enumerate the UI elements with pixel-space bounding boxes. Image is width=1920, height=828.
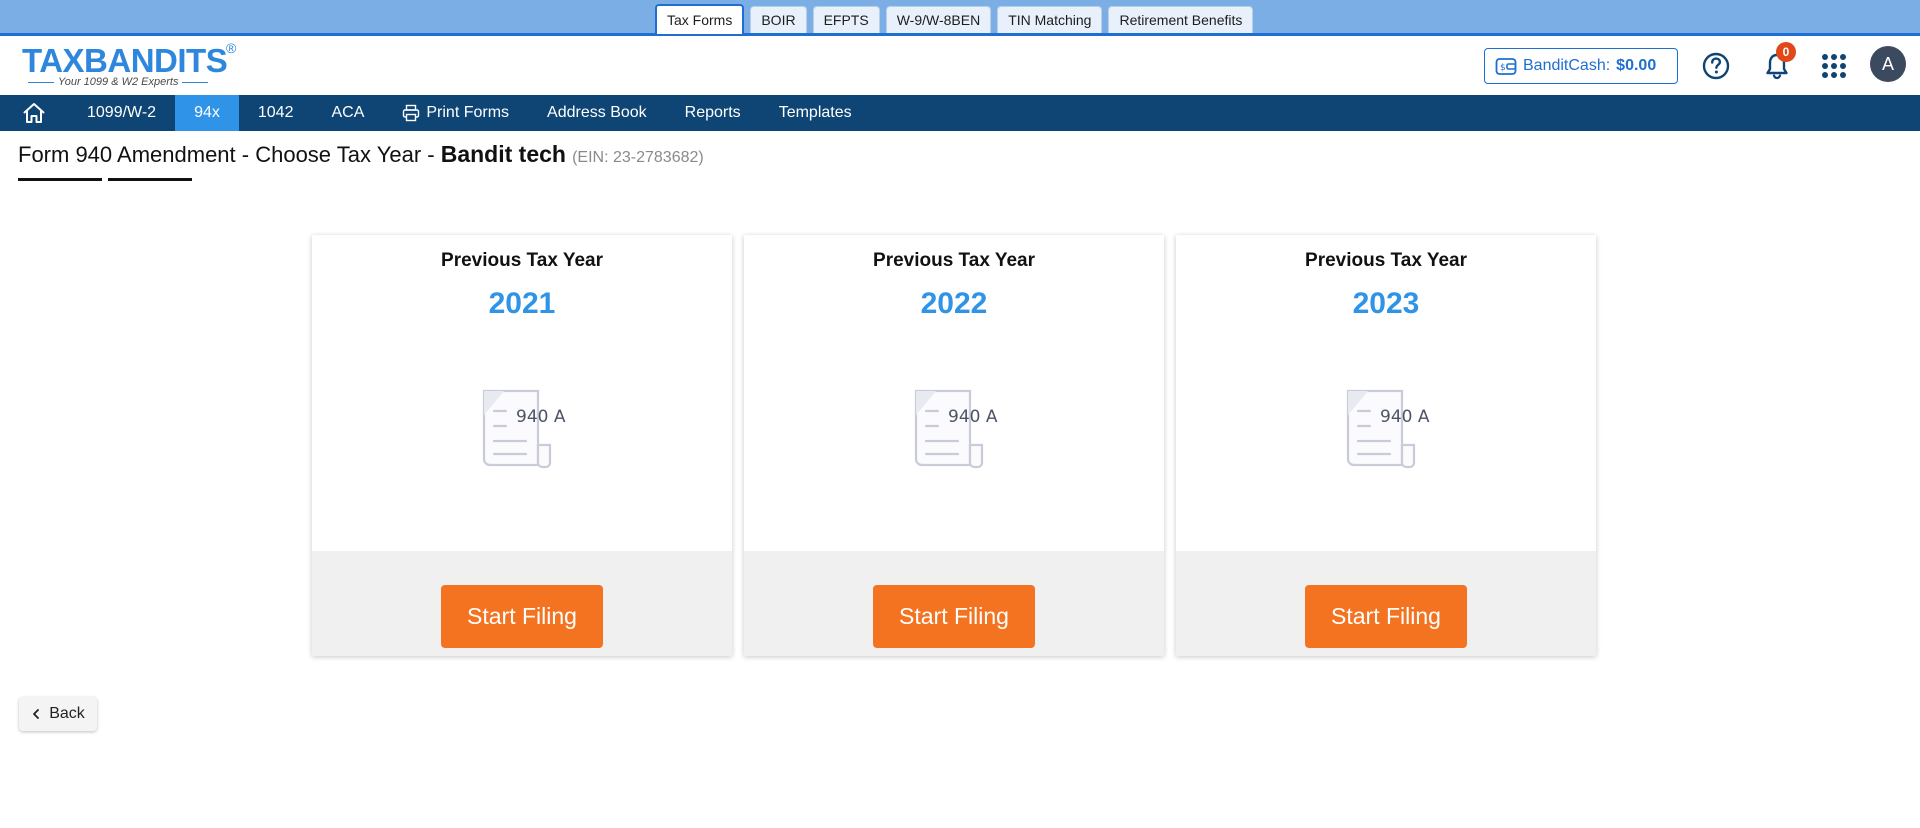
form-icon-label: 940 A	[516, 407, 566, 427]
card-body: Previous Tax Year 2021 940 A	[312, 235, 732, 551]
logo-text: TAXBANDITS	[22, 42, 228, 79]
product-tab-w9-w8ben[interactable]: W-9/W-8BEN	[885, 6, 992, 33]
form-icon-label: 940 A	[1380, 407, 1430, 427]
card-year: 2023	[1352, 287, 1420, 320]
user-avatar[interactable]: A	[1870, 46, 1906, 82]
nav-item-aca[interactable]: ACA	[312, 95, 383, 131]
start-filing-button[interactable]: Start Filing	[1305, 585, 1467, 648]
start-filing-button[interactable]: Start Filing	[441, 585, 603, 648]
home-icon	[23, 103, 45, 123]
tax-year-card-2021: Previous Tax Year 2021 940 A Start Filin…	[312, 235, 732, 656]
card-body: Previous Tax Year 2023 940 A	[1176, 235, 1596, 551]
wallet-icon: $	[1495, 58, 1517, 75]
nav-item-1099-w2[interactable]: 1099/W-2	[68, 95, 175, 131]
card-body: Previous Tax Year 2022 940 A	[744, 235, 1164, 551]
back-button[interactable]: Back	[19, 697, 97, 731]
card-footer: Start Filing	[1176, 551, 1596, 656]
tax-year-card-2023: Previous Tax Year 2023 940 A Start Filin…	[1176, 235, 1596, 656]
printer-icon	[403, 104, 420, 122]
bandit-cash-label: BanditCash:	[1523, 57, 1611, 74]
product-tab-efpts[interactable]: EFPTS	[812, 6, 880, 33]
tax-year-cards: Previous Tax Year 2021 940 A Start Filin…	[312, 235, 1596, 656]
form-940a-icon: 940 A	[482, 389, 566, 469]
product-tab-retirement-benefits[interactable]: Retirement Benefits	[1108, 6, 1254, 33]
nav-item-print-forms-label: Print Forms	[426, 104, 510, 121]
logo-registered-mark: ®	[226, 40, 237, 56]
title-separator: -	[421, 142, 441, 167]
bandit-cash-amount: $0.00	[1616, 57, 1657, 74]
card-footer: Start Filing	[312, 551, 732, 656]
card-footer: Start Filing	[744, 551, 1164, 656]
nav-item-reports[interactable]: Reports	[666, 95, 760, 131]
title-underline-segment	[108, 178, 192, 181]
back-button-label: Back	[49, 705, 85, 722]
company-name: Bandit tech	[440, 141, 566, 167]
product-tab-strip: Tax Forms BOIR EFPTS W-9/W-8BEN TIN Matc…	[0, 0, 1920, 36]
card-label: Previous Tax Year	[441, 250, 603, 271]
header: TAXBANDITS ® Your 1099 & W2 Experts $ Ba…	[0, 36, 1920, 95]
card-year: 2022	[920, 287, 988, 320]
page-title: Form 940 Amendment - Choose Tax Year - B…	[18, 141, 704, 168]
title-underline-segment	[18, 178, 102, 181]
nav-item-templates[interactable]: Templates	[760, 95, 871, 131]
taxbandits-logo[interactable]: TAXBANDITS ® Your 1099 & W2 Experts	[22, 38, 242, 90]
help-icon[interactable]	[1700, 50, 1732, 82]
product-tab-boir[interactable]: BOIR	[750, 6, 807, 33]
page-title-text: Form 940 Amendment - Choose Tax Year	[18, 142, 422, 167]
notification-count-badge: 0	[1776, 42, 1796, 62]
card-label: Previous Tax Year	[873, 250, 1035, 271]
product-tab-tax-forms[interactable]: Tax Forms	[655, 4, 745, 34]
start-filing-button[interactable]: Start Filing	[873, 585, 1035, 648]
apps-grid-icon[interactable]	[1818, 50, 1850, 82]
form-940a-icon: 940 A	[914, 389, 998, 469]
product-tab-tin-matching[interactable]: TIN Matching	[997, 6, 1103, 33]
chevron-left-icon	[33, 709, 40, 719]
product-tabs: Tax Forms BOIR EFPTS W-9/W-8BEN TIN Matc…	[655, 4, 1254, 34]
nav-item-1042[interactable]: 1042	[239, 95, 313, 131]
nav-item-address-book[interactable]: Address Book	[528, 95, 666, 131]
bandit-cash-button[interactable]: $ BanditCash: $0.00	[1484, 48, 1678, 84]
nav-item-94x[interactable]: 94x	[175, 95, 239, 131]
logo-tagline: Your 1099 & W2 Experts	[24, 76, 212, 88]
form-940a-icon: 940 A	[1346, 389, 1430, 469]
card-label: Previous Tax Year	[1305, 250, 1467, 271]
company-ein: (EIN: 23-2783682)	[572, 149, 704, 166]
form-icon-label: 940 A	[948, 407, 998, 427]
main-nav: 1099/W-2 94x 1042 ACA Print Forms Addres…	[0, 95, 1920, 131]
svg-text:$: $	[1500, 63, 1506, 73]
nav-home[interactable]	[0, 95, 68, 131]
tax-year-card-2022: Previous Tax Year 2022 940 A Start Filin…	[744, 235, 1164, 656]
nav-item-print-forms[interactable]: Print Forms	[383, 95, 528, 131]
card-year: 2021	[488, 287, 556, 320]
